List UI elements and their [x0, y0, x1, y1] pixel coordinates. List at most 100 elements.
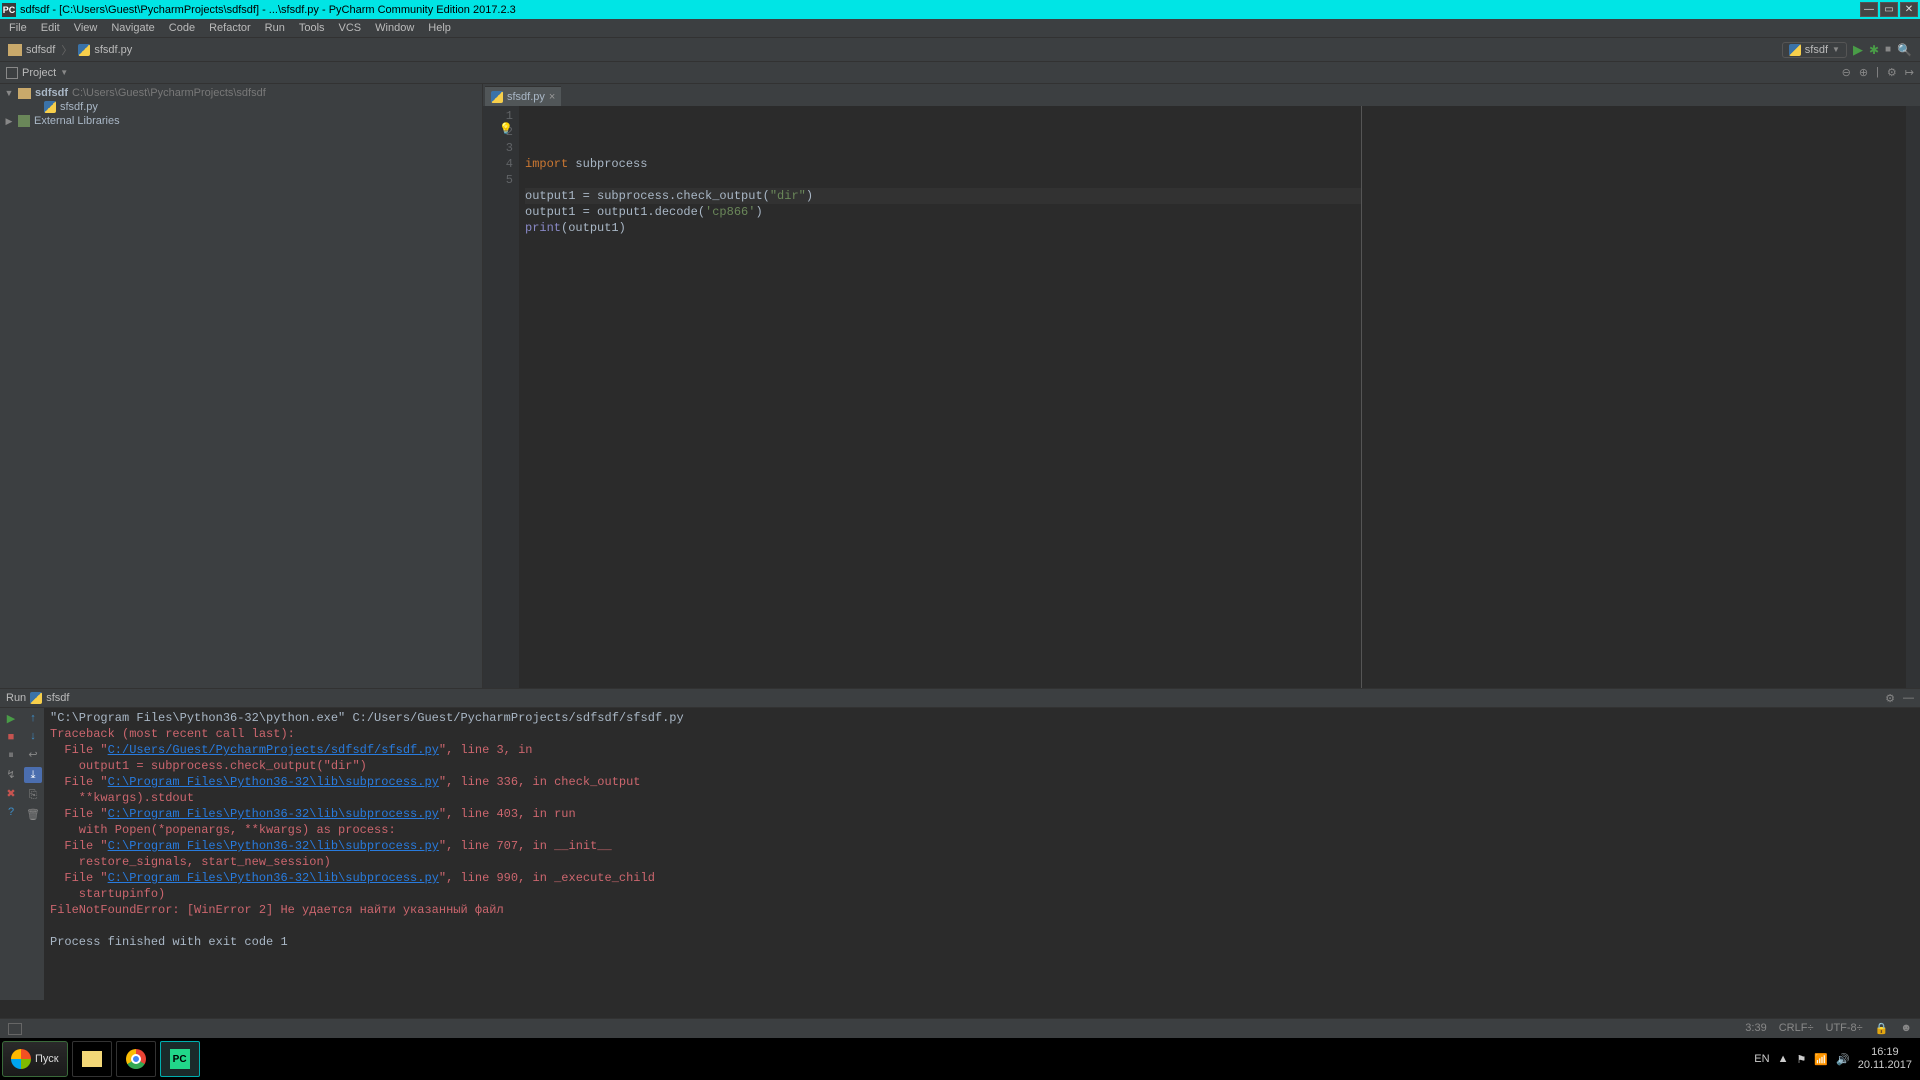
stop-button[interactable]: ■ [1885, 44, 1891, 55]
tree-file[interactable]: sfsdf.py [0, 100, 482, 114]
chevron-down-icon[interactable]: ▼ [60, 68, 68, 77]
hide-icon[interactable]: — [1903, 692, 1914, 705]
hector-icon[interactable]: ☻ [1900, 1022, 1912, 1035]
menu-window[interactable]: Window [370, 20, 419, 36]
down-button[interactable]: ↓ [30, 730, 36, 742]
breadcrumb-folder-label: sdfsdf [26, 44, 55, 56]
up-button[interactable]: ↑ [30, 712, 36, 724]
project-label[interactable]: Project [22, 67, 56, 79]
close-tab-icon[interactable]: × [549, 91, 555, 103]
editor-tab[interactable]: sfsdf.py × [485, 86, 561, 106]
read-only-toggle-icon[interactable]: 🔒 [1875, 1022, 1889, 1035]
intention-bulb-icon[interactable]: 💡 [499, 122, 513, 138]
caret-position[interactable]: 3:39 [1745, 1022, 1766, 1035]
project-tool-header: Project ▼ ⊖ ⊕ | ⚙ ↦ [0, 62, 1920, 84]
print-button[interactable]: ⎘ [29, 789, 38, 802]
line-separator[interactable]: CRLF÷ [1779, 1022, 1814, 1035]
code-area[interactable]: 💡 import subprocessoutput1 = subprocess.… [519, 106, 1361, 688]
menu-run[interactable]: Run [260, 20, 290, 36]
chevron-down-icon: ▼ [1832, 45, 1840, 54]
help-button[interactable]: ? [8, 806, 14, 818]
system-tray: EN ▲ ⚑ 📶 🔊 16:19 20.11.2017 [1754, 1046, 1918, 1072]
tree-file-label: sfsdf.py [60, 101, 98, 113]
menu-code[interactable]: Code [164, 20, 200, 36]
tray-arrow-icon[interactable]: ▲ [1778, 1053, 1789, 1065]
windows-taskbar: Пуск PC EN ▲ ⚑ 📶 🔊 16:19 20.11.2017 [0, 1038, 1920, 1080]
menu-edit[interactable]: Edit [36, 20, 65, 36]
python-file-icon [1789, 44, 1801, 56]
pycharm-icon: PC [170, 1049, 190, 1069]
collapse-all-icon[interactable]: ⊖ [1842, 66, 1851, 79]
search-everywhere-button[interactable]: 🔍 [1897, 43, 1912, 57]
window-titlebar: PC sdfsdf - [C:\Users\Guest\PycharmProje… [0, 0, 1920, 19]
soft-wrap-button[interactable]: ↩ [28, 748, 37, 761]
file-encoding[interactable]: UTF-8÷ [1826, 1022, 1863, 1035]
menu-help[interactable]: Help [423, 20, 456, 36]
menu-refactor[interactable]: Refactor [204, 20, 256, 36]
expand-arrow-icon[interactable]: ▼ [4, 88, 14, 98]
maximize-button[interactable]: ▭ [1880, 2, 1898, 17]
clock-time: 16:19 [1858, 1046, 1912, 1059]
error-stripe[interactable] [1906, 106, 1920, 688]
restore-layout-button[interactable]: ↯ [6, 768, 15, 781]
expand-arrow-icon[interactable]: ▶ [4, 116, 14, 127]
menu-tools[interactable]: Tools [294, 20, 330, 36]
chrome-icon [126, 1049, 146, 1069]
menu-navigate[interactable]: Navigate [106, 20, 159, 36]
scroll-to-end-button[interactable]: ⤓ [24, 767, 42, 783]
rerun-button[interactable]: ▶ [7, 712, 15, 725]
stop-button[interactable]: ■ [8, 731, 15, 743]
folder-icon [18, 88, 31, 99]
line-gutter: 12345 [483, 106, 519, 688]
close-button[interactable]: ✖ [6, 787, 15, 800]
task-explorer[interactable] [72, 1041, 112, 1077]
separator: | [1876, 66, 1879, 79]
main-area: ▼ sdfsdf C:\Users\Guest\PycharmProjects\… [0, 84, 1920, 688]
clock[interactable]: 16:19 20.11.2017 [1858, 1046, 1912, 1072]
run-button[interactable]: ▶ [1853, 42, 1863, 58]
run-label[interactable]: Run [6, 692, 26, 704]
minimize-button[interactable]: — [1860, 2, 1878, 17]
editor-right-pane [1362, 106, 1906, 688]
run-configuration-selector[interactable]: sfsdf ▼ [1782, 42, 1847, 58]
volume-icon[interactable]: 🔊 [1836, 1053, 1850, 1066]
network-icon[interactable]: 📶 [1814, 1053, 1828, 1066]
editor-tabs: sfsdf.py × [483, 84, 1920, 106]
tree-root-label: sdfsdf [35, 87, 68, 99]
gear-icon[interactable]: ⚙ [1885, 692, 1895, 705]
scroll-from-source-icon[interactable]: ⊕ [1859, 66, 1868, 79]
task-chrome[interactable] [116, 1041, 156, 1077]
editor-tab-label: sfsdf.py [507, 91, 545, 103]
flag-icon[interactable]: ⚑ [1796, 1053, 1806, 1066]
breadcrumb-file[interactable]: sfsdf.py [78, 44, 132, 56]
start-button[interactable]: Пуск [2, 1041, 68, 1077]
close-button[interactable]: ✕ [1900, 2, 1918, 17]
menu-vcs[interactable]: VCS [334, 20, 367, 36]
tool-windows-quick-access-icon[interactable] [8, 1023, 22, 1035]
run-actions-primary: ▶ ■ ⏸ ↯ ✖ ? [0, 708, 22, 1000]
folder-icon [8, 44, 22, 56]
editor-body[interactable]: 12345 💡 import subprocessoutput1 = subpr… [483, 106, 1920, 688]
console-output[interactable]: "C:\Program Files\Python36-32\python.exe… [44, 708, 1920, 1000]
menu-view[interactable]: View [69, 20, 103, 36]
python-file-icon [78, 44, 90, 56]
editor: sfsdf.py × 12345 💡 import subprocessoutp… [483, 84, 1920, 688]
run-tool-header: Run sfsdf ⚙ — [0, 688, 1920, 708]
run-tool-body: ▶ ■ ⏸ ↯ ✖ ? ↑ ↓ ↩ ⤓ ⎘ 🗑 "C:\Program File… [0, 708, 1920, 1000]
tree-root[interactable]: ▼ sdfsdf C:\Users\Guest\PycharmProjects\… [0, 86, 482, 100]
clear-button[interactable]: 🗑 [26, 808, 40, 821]
task-pycharm[interactable]: PC [160, 1041, 200, 1077]
debug-button[interactable]: ✱ [1869, 43, 1879, 57]
pause-button[interactable]: ⏸ [8, 749, 14, 762]
breadcrumb-folder[interactable]: sdfsdf [8, 44, 55, 56]
run-actions-secondary: ↑ ↓ ↩ ⤓ ⎘ 🗑 [22, 708, 44, 1000]
hide-icon[interactable]: ↦ [1905, 66, 1914, 79]
language-indicator[interactable]: EN [1754, 1053, 1769, 1065]
status-bar: 3:39 CRLF÷ UTF-8÷ 🔒 ☻ [0, 1018, 1920, 1038]
project-tree[interactable]: ▼ sdfsdf C:\Users\Guest\PycharmProjects\… [0, 84, 483, 688]
breadcrumb-separator: 〉 [61, 42, 72, 58]
explorer-icon [82, 1051, 102, 1067]
menu-file[interactable]: File [4, 20, 32, 36]
gear-icon[interactable]: ⚙ [1887, 66, 1897, 79]
tree-external-libs[interactable]: ▶ External Libraries [0, 114, 482, 128]
